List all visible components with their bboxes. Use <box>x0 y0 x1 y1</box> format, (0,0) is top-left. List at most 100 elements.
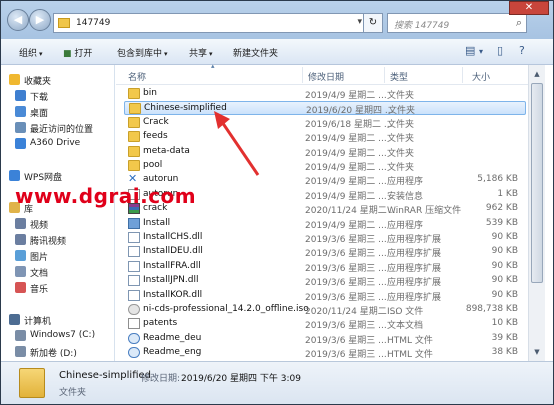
details-pane: Chinese-simplified 修改日期: 2019/6/20 星期四 下… <box>1 361 553 404</box>
file-date: 2019/6/20 星期四 ... <box>306 106 394 117</box>
column-size[interactable]: 大小 <box>472 70 490 83</box>
folder-icon <box>128 116 140 128</box>
column-divider[interactable] <box>384 67 385 83</box>
address-bar[interactable]: 147749 ▾ <box>53 13 383 33</box>
file-type: 文本文档 <box>387 321 424 332</box>
sidebar-item[interactable]: 收藏夹 <box>1 73 114 87</box>
sidebar-item[interactable]: WPS网盘 <box>1 169 114 183</box>
file-type: 文件夹 <box>387 148 415 159</box>
scrollbar-thumb[interactable] <box>531 83 543 283</box>
sidebar-item[interactable]: 最近访问的位置 <box>1 121 114 135</box>
details-type: 文件夹 <box>59 388 87 398</box>
file-row[interactable]: bin 2019/4/9 星期二 ... 文件夹 <box>124 87 526 101</box>
text-file-icon <box>128 318 140 330</box>
file-row[interactable]: Chinese-simplified 2019/6/20 星期四 ... 文件夹 <box>124 101 526 117</box>
file-row[interactable]: InstallDEU.dll 2019/3/6 星期三 ... 应用程序扩展 90 K… <box>124 245 526 259</box>
file-row[interactable]: InstallFRA.dll 2019/3/6 星期三 ... 应用程序扩展 90 K… <box>124 260 526 274</box>
close-button[interactable]: ✕ <box>509 1 549 15</box>
file-name: Readme_eng <box>143 347 202 358</box>
file-row[interactable]: feeds 2019/4/9 星期二 ... 文件夹 <box>124 130 526 144</box>
file-date: 2019/4/9 星期二 ... <box>305 148 387 159</box>
file-size: 90 KB <box>491 275 518 286</box>
breadcrumb-segment[interactable]: 147749 <box>76 18 110 28</box>
file-row[interactable]: ni-cds-professional_14.2.0_offline.iso 20… <box>124 303 526 317</box>
file-date: 2019/3/6 星期三 ... <box>305 278 387 289</box>
share-button[interactable]: 共享 ▾ <box>189 46 213 59</box>
file-row[interactable]: InstallKOR.dll 2019/3/6 星期三 ... 应用程序扩展 90 K… <box>124 289 526 303</box>
sidebar-item[interactable]: 音乐 <box>1 281 114 295</box>
file-row[interactable]: Readme_eng 2019/3/6 星期三 ... HTML 文件 38 KB <box>124 346 526 360</box>
star-icon <box>9 74 20 85</box>
file-name: Install <box>143 217 171 228</box>
recent-icon <box>15 122 26 133</box>
file-name: Readme_deu <box>143 332 202 343</box>
red-arrow-annotation <box>214 111 260 176</box>
refresh-button[interactable]: ↻ <box>363 13 383 33</box>
file-row[interactable]: pool 2019/4/9 星期二 ... 文件夹 <box>124 159 526 173</box>
column-divider[interactable] <box>462 67 463 83</box>
folder-icon <box>129 103 141 115</box>
file-row[interactable]: meta-data 2019/4/9 星期二 ... 文件夹 <box>124 145 526 159</box>
file-type: 应用程序扩展 <box>387 263 442 274</box>
sidebar-item-label: 腾讯视频 <box>30 237 67 247</box>
navigation-pane: 收藏夹 下载 桌面 最近访问的位置 A360 Drive WPS网盘库视频 腾讯视频 图片 文档… <box>1 65 115 361</box>
html-file-icon <box>128 347 140 359</box>
help-icon[interactable]: ? <box>519 44 525 57</box>
file-row[interactable]: Readme_deu 2019/3/6 星期三 ... HTML 文件 39 KB <box>124 332 526 346</box>
chevron-down-icon[interactable]: ▾ <box>357 17 362 27</box>
sidebar-item[interactable]: 下载 <box>1 89 114 103</box>
sidebar-item[interactable]: 视频 <box>1 217 114 231</box>
file-row[interactable]: Crack 2019/6/18 星期二 ... 文件夹 <box>124 116 526 130</box>
file-row[interactable]: InstallJPN.dll 2019/3/6 星期三 ... 应用程序扩展 90 K… <box>124 274 526 288</box>
organize-button[interactable]: 组织 ▾ <box>19 46 43 59</box>
view-options-icon[interactable]: ▤ <box>465 44 475 57</box>
column-name[interactable]: 名称 <box>128 70 146 83</box>
file-name: InstallJPN.dll <box>143 275 199 286</box>
sidebar-item-label: 视频 <box>30 221 49 231</box>
back-button[interactable]: ◀ <box>7 9 29 31</box>
file-size: 539 KB <box>485 217 518 228</box>
file-list: bin 2019/4/9 星期二 ... 文件夹 Chinese-simplified… <box>116 87 528 361</box>
search-input[interactable]: 搜索 147749 ⌕ <box>387 13 527 33</box>
sidebar-item[interactable]: 新加卷 (D:) <box>1 345 114 359</box>
column-divider[interactable] <box>302 67 303 83</box>
file-date: 2019/3/6 星期三 ... <box>305 321 387 332</box>
search-icon[interactable]: ⌕ <box>516 16 522 30</box>
file-name: Crack <box>143 116 169 127</box>
scroll-up-icon[interactable]: ▲ <box>530 67 544 81</box>
file-date: 2019/3/6 星期三 ... <box>305 292 387 303</box>
file-row[interactable]: Install 2019/4/9 星期二 ... 应用程序 539 KB <box>124 217 526 231</box>
sidebar-item[interactable]: 文档 <box>1 265 114 279</box>
new-folder-button[interactable]: 新建文件夹 <box>233 46 278 59</box>
file-type: HTML 文件 <box>387 350 433 361</box>
file-row[interactable]: patents 2019/3/6 星期三 ... 文本文档 10 KB <box>124 317 526 331</box>
sidebar-item[interactable]: 图片 <box>1 249 114 263</box>
vertical-scrollbar[interactable]: ▲ ▼ <box>528 65 545 361</box>
sidebar-item[interactable]: 计算机 <box>1 313 114 327</box>
sidebar-item-label: 音乐 <box>30 285 49 295</box>
sidebar-item[interactable]: 腾讯视频 <box>1 233 114 247</box>
file-size: 38 KB <box>491 347 518 358</box>
file-row[interactable]: InstallCHS.dll 2019/3/6 星期三 ... 应用程序扩展 90 K… <box>124 231 526 245</box>
sidebar-item[interactable]: A360 Drive <box>1 137 114 151</box>
file-type: 安装信息 <box>387 191 424 202</box>
include-in-library-button[interactable]: 包含到库中 ▾ <box>117 46 168 59</box>
file-date: 2019/3/6 星期三 ... <box>305 335 387 346</box>
arrow-shaft <box>218 118 260 176</box>
scroll-down-icon[interactable]: ▼ <box>530 345 544 359</box>
chevron-down-icon[interactable]: ▾ <box>479 47 483 56</box>
file-size: 962 KB <box>485 203 518 214</box>
cloud-icon <box>15 138 26 149</box>
cloud-icon <box>9 170 20 181</box>
sidebar-item[interactable]: Windows7 (C:) <box>1 329 114 343</box>
file-size: 90 KB <box>491 232 518 242</box>
column-date[interactable]: 修改日期 <box>308 70 344 83</box>
document-icon <box>15 266 26 277</box>
open-button[interactable]: ■ 打开 <box>63 46 92 59</box>
column-type[interactable]: 类型 <box>390 70 408 83</box>
sidebar-item[interactable]: 桌面 <box>1 105 114 119</box>
forward-button[interactable]: ▶ <box>29 9 51 31</box>
file-type: 文件夹 <box>387 163 415 173</box>
file-type: HTML 文件 <box>387 335 433 346</box>
preview-pane-icon[interactable]: ▯ <box>497 44 503 57</box>
